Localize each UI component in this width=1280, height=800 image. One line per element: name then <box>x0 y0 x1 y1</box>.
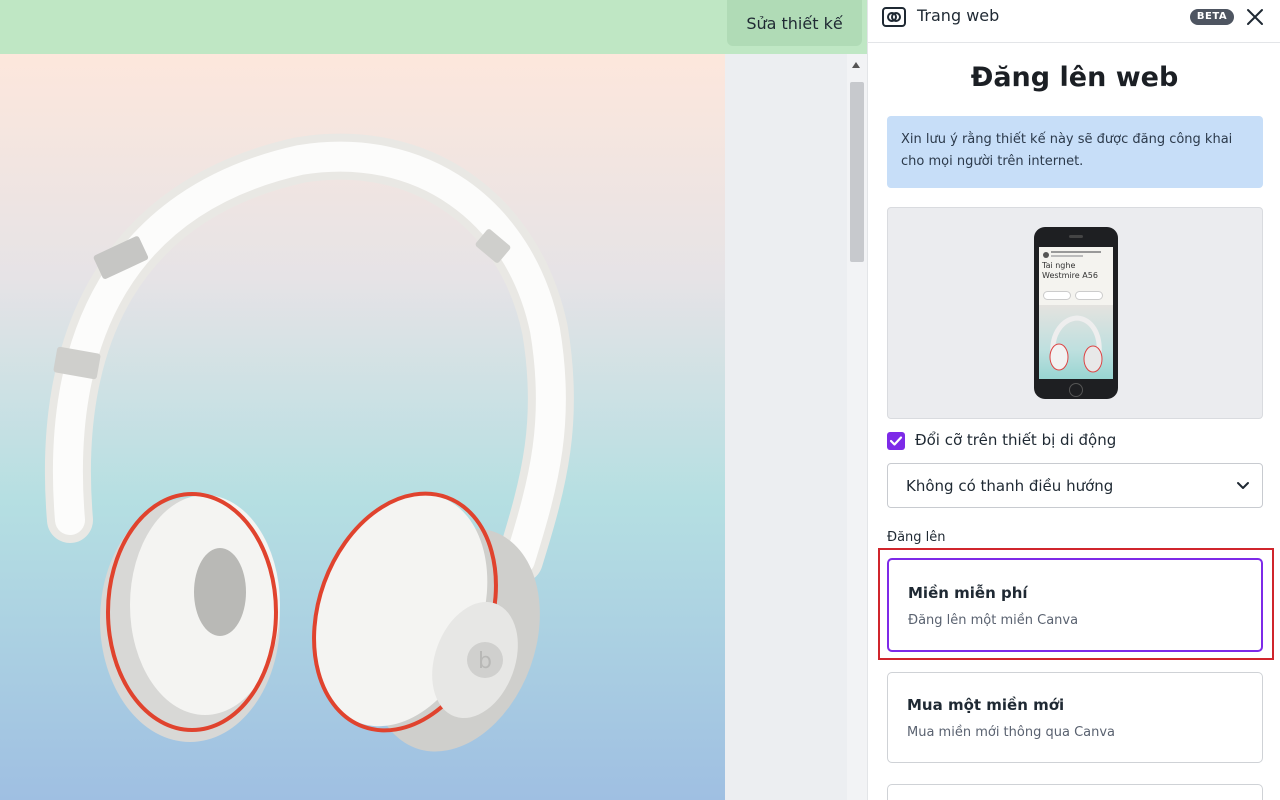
panel-title: Trang web <box>917 6 1000 25</box>
mobile-preview: Tai nghe Westmire A56 <box>887 207 1263 419</box>
scroll-up-arrow-icon[interactable] <box>852 62 860 68</box>
phone-screen: Tai nghe Westmire A56 <box>1039 247 1113 379</box>
edit-design-button[interactable]: Sửa thiết kế <box>727 0 862 46</box>
editor-area: Sửa thiết kế b <box>0 0 867 800</box>
option-subtitle: Mua miền mới thông qua Canva <box>907 725 1116 740</box>
publish-section-label: Đăng lên <box>887 530 946 545</box>
preview-button <box>1075 291 1103 300</box>
page-title: Đăng lên web <box>970 62 1179 93</box>
preview-button <box>1043 291 1071 300</box>
phone-camera <box>1069 235 1083 238</box>
more-option[interactable] <box>887 784 1263 800</box>
phone-home-button <box>1069 383 1083 397</box>
preview-image <box>1039 305 1113 379</box>
navigation-select-value: Không có thanh điều hướng <box>906 477 1114 495</box>
svg-text:b: b <box>478 649 492 674</box>
navigation-select[interactable]: Không có thanh điều hướng <box>887 463 1263 508</box>
public-notice: Xin lưu ý rằng thiết kế này sẽ được đăng… <box>887 116 1263 188</box>
preview-logo <box>1043 252 1049 258</box>
preview-brand-line <box>1051 255 1083 257</box>
panel-header: Trang web BETA <box>868 0 1280 43</box>
website-icon <box>882 7 906 27</box>
beta-badge: BETA <box>1190 9 1234 25</box>
option-title: Mua một miền mới <box>907 696 1065 714</box>
scroll-thumb[interactable] <box>850 82 864 262</box>
phone-mockup: Tai nghe Westmire A56 <box>1034 227 1118 399</box>
design-canvas[interactable]: b <box>0 54 725 800</box>
option-title: Miền miễn phí <box>908 584 1028 602</box>
free-domain-option[interactable]: Miền miễn phí Đăng lên một miền Canva <box>887 558 1263 652</box>
option-subtitle: Đăng lên một miền Canva <box>908 613 1079 628</box>
headphones-image: b <box>44 133 574 752</box>
preview-title: Tai nghe Westmire A56 <box>1042 261 1098 280</box>
publish-web-panel: Trang web BETA Đăng lên web Xin lưu ý rằ… <box>867 0 1280 800</box>
resize-mobile-label[interactable]: Đổi cỡ trên thiết bị di động <box>915 431 1116 449</box>
close-icon[interactable] <box>1244 6 1266 28</box>
buy-domain-option[interactable]: Mua một miền mới Mua miền mới thông qua … <box>887 672 1263 763</box>
resize-mobile-checkbox[interactable] <box>887 432 905 450</box>
preview-brand-line <box>1051 251 1101 253</box>
chevron-down-icon <box>1237 482 1249 489</box>
canvas-gutter <box>725 54 847 800</box>
